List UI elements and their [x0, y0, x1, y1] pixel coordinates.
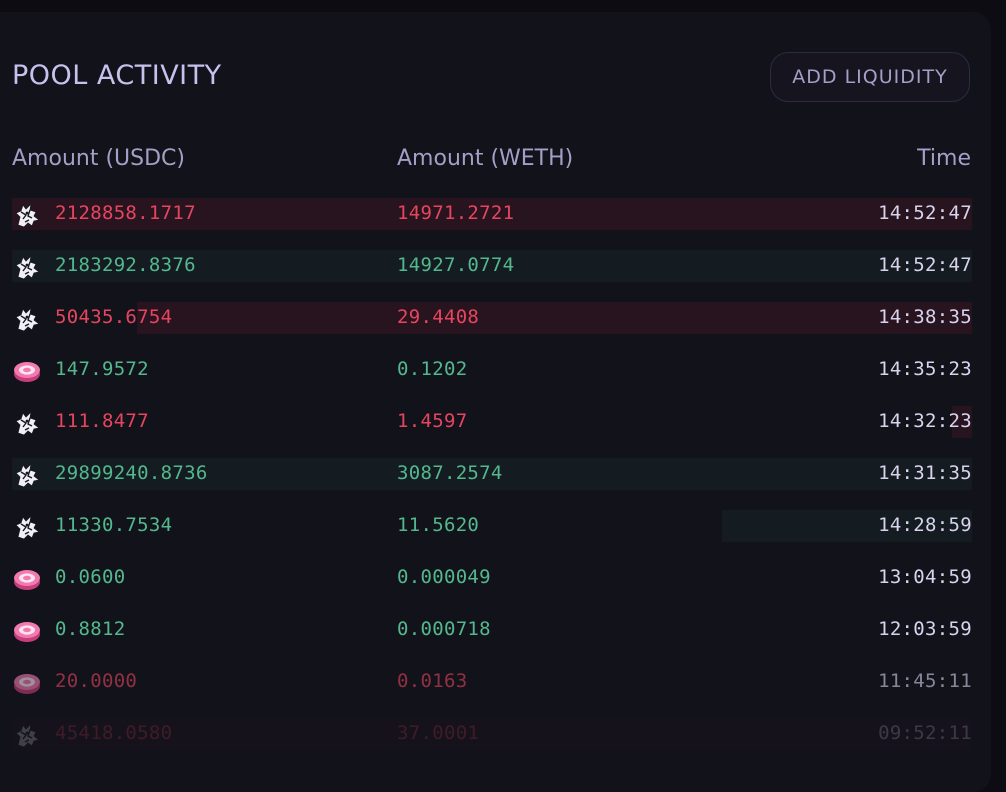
add-liquidity-button[interactable]: ADD LIQUIDITY — [770, 52, 970, 102]
trade-time: 14:52:47 — [878, 254, 972, 276]
amount-usdc: 29899240.8736 — [55, 462, 208, 484]
pink-disc-icon — [12, 616, 42, 646]
table-row[interactable]: 50435.6754 29.4408 14:38:35 — [12, 302, 972, 334]
column-header-amount-usdc: Amount (USDC) — [12, 146, 185, 171]
trade-time: 09:52:11 — [878, 722, 972, 744]
unicorn-icon — [12, 460, 42, 490]
amount-weth: 37.0001 — [397, 722, 480, 744]
table-row[interactable]: 29899240.8736 3087.2574 14:31:35 — [12, 458, 972, 490]
unicorn-icon — [12, 304, 42, 334]
column-header-amount-weth: Amount (WETH) — [397, 146, 574, 171]
table-row[interactable]: 2128858.1717 14971.2721 14:52:47 — [12, 198, 972, 230]
amount-usdc: 11330.7534 — [55, 514, 173, 536]
pink-disc-icon — [12, 564, 42, 594]
amount-usdc: 0.8812 — [55, 618, 126, 640]
amount-weth: 14971.2721 — [397, 202, 515, 224]
table-row[interactable]: 11330.7534 11.5620 14:28:59 — [12, 510, 972, 542]
trade-time: 14:31:35 — [878, 462, 972, 484]
amount-usdc: 50435.6754 — [55, 306, 173, 328]
unicorn-icon — [12, 512, 42, 542]
table-row[interactable]: 20.0000 0.0163 11:45:11 — [12, 666, 972, 698]
amount-usdc: 0.0600 — [55, 566, 126, 588]
unicorn-icon — [12, 408, 42, 438]
table-row[interactable]: 111.8477 1.4597 14:32:23 — [12, 406, 972, 438]
amount-weth: 0.0163 — [397, 670, 468, 692]
table-row[interactable]: 0.0600 0.000049 13:04:59 — [12, 562, 972, 594]
table-row[interactable]: 0.8812 0.000718 12:03:59 — [12, 614, 972, 646]
trade-time: 14:32:23 — [878, 410, 972, 432]
amount-usdc: 2183292.8376 — [55, 254, 196, 276]
amount-usdc: 2128858.1717 — [55, 202, 196, 224]
volume-bar — [137, 302, 972, 334]
trade-time: 12:03:59 — [878, 618, 972, 640]
pink-disc-icon — [12, 356, 42, 386]
unicorn-icon — [12, 720, 42, 750]
trade-time: 11:45:11 — [878, 670, 972, 692]
table-row[interactable]: 2183292.8376 14927.0774 14:52:47 — [12, 250, 972, 282]
trade-time: 14:38:35 — [878, 306, 972, 328]
amount-weth: 11.5620 — [397, 514, 480, 536]
amount-weth: 0.000718 — [397, 618, 491, 640]
unicorn-icon — [12, 252, 42, 282]
amount-usdc: 111.8477 — [55, 410, 149, 432]
amount-usdc: 20.0000 — [55, 670, 138, 692]
table-row[interactable]: 147.9572 0.1202 14:35:23 — [12, 354, 972, 386]
amount-weth: 0.000049 — [397, 566, 491, 588]
table-row[interactable]: 45418.0580 37.0001 09:52:11 — [12, 718, 972, 750]
amount-usdc: 147.9572 — [55, 358, 149, 380]
trade-time: 14:35:23 — [878, 358, 972, 380]
amount-usdc: 45418.0580 — [55, 722, 173, 744]
amount-weth: 0.1202 — [397, 358, 468, 380]
column-header-time: Time — [917, 146, 971, 171]
amount-weth: 29.4408 — [397, 306, 480, 328]
amount-weth: 14927.0774 — [397, 254, 515, 276]
amount-weth: 3087.2574 — [397, 462, 503, 484]
trade-time: 14:52:47 — [878, 202, 972, 224]
pink-disc-icon — [12, 668, 42, 698]
unicorn-icon — [12, 200, 42, 230]
page-title: POOL ACTIVITY — [12, 60, 222, 91]
amount-weth: 1.4597 — [397, 410, 468, 432]
trade-time: 13:04:59 — [878, 566, 972, 588]
trade-time: 14:28:59 — [878, 514, 972, 536]
